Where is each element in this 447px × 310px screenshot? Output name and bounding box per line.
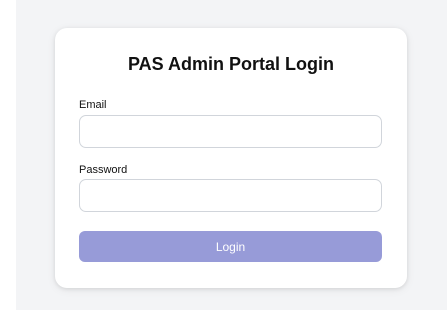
email-label: Email bbox=[79, 99, 107, 111]
password-field[interactable] bbox=[79, 179, 382, 212]
password-label: Password bbox=[79, 164, 128, 176]
email-field[interactable] bbox=[79, 115, 382, 148]
login-button[interactable]: Login bbox=[79, 231, 382, 262]
login-card: PAS Admin Portal Login Email Password Lo… bbox=[55, 28, 407, 288]
page-title: PAS Admin Portal Login bbox=[128, 54, 334, 74]
